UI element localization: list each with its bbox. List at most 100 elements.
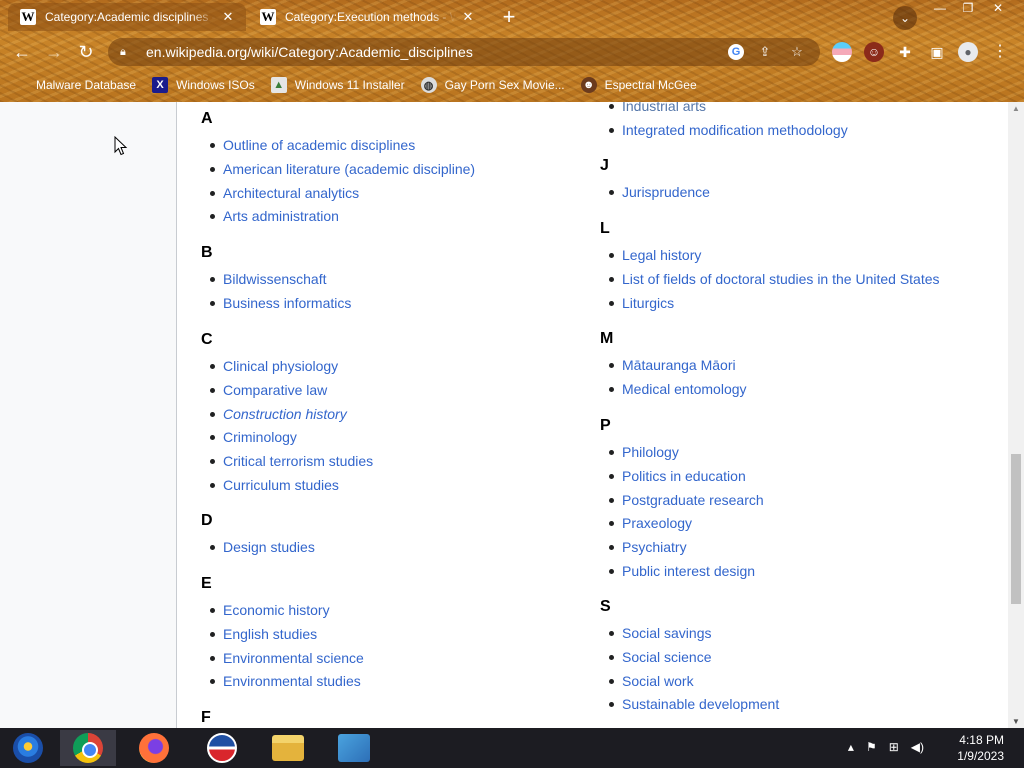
- letter-heading: J: [600, 157, 609, 174]
- extension-avatar-icon[interactable]: ☺: [864, 42, 884, 62]
- category-link[interactable]: Critical terrorism studies: [201, 449, 373, 473]
- bookmark-windows-11-installer[interactable]: ▲ Windows 11 Installer: [270, 77, 405, 93]
- taskbar-firefox[interactable]: [126, 730, 182, 766]
- new-tab-button[interactable]: +: [497, 6, 521, 30]
- category-link[interactable]: Architectural analytics: [201, 181, 475, 205]
- close-tab-icon[interactable]: ✕: [220, 9, 236, 25]
- taskbar-chrome[interactable]: [60, 730, 116, 766]
- lock-icon[interactable]: 🔒︎: [120, 46, 132, 59]
- category-link[interactable]: Bildwissenschaft: [201, 267, 351, 291]
- group-j: J Jurisprudence: [600, 155, 710, 204]
- extensions-puzzle-icon[interactable]: ✚: [895, 42, 915, 62]
- category-link[interactable]: Jurisprudence: [600, 180, 710, 204]
- back-arrow-icon[interactable]: ←: [10, 40, 34, 64]
- side-panel-icon[interactable]: ▣: [927, 42, 947, 62]
- category-link[interactable]: Environmental studies: [201, 669, 364, 693]
- tab-academic-disciplines[interactable]: W Category:Academic disciplines - Wikipe…: [8, 3, 246, 31]
- category-link[interactable]: Legal history: [600, 243, 940, 267]
- reload-icon[interactable]: ↻: [74, 40, 98, 64]
- category-link[interactable]: Comparative law: [201, 378, 373, 402]
- category-link[interactable]: Philology: [600, 440, 764, 464]
- bookmark-windows-isos[interactable]: X Windows ISOs: [152, 77, 255, 93]
- category-link[interactable]: English studies: [201, 622, 364, 646]
- letter-heading: A: [201, 110, 213, 127]
- category-link[interactable]: Outline of academic disciplines: [201, 133, 475, 157]
- category-link[interactable]: Postgraduate research: [600, 488, 764, 512]
- category-link[interactable]: Design studies: [201, 535, 315, 559]
- taskbar-network-app[interactable]: [326, 730, 382, 766]
- category-link[interactable]: Social savings: [600, 621, 779, 645]
- bookmark-espectral-mcgee[interactable]: ☻ Espectral McGee: [580, 77, 697, 93]
- windows-x-icon: X: [152, 77, 169, 93]
- network-icon: [338, 734, 370, 762]
- category-link[interactable]: Curriculum studies: [201, 473, 373, 497]
- bookmark-gay-porn-sex-movie[interactable]: ◍ Gay Porn Sex Movie...: [420, 77, 565, 93]
- category-link[interactable]: List of fields of doctoral studies in th…: [600, 267, 940, 291]
- start-button[interactable]: [0, 730, 56, 766]
- tab-title: Category:Academic disciplines - Wikipedi…: [45, 10, 216, 24]
- category-link[interactable]: Sustainable development: [600, 692, 779, 716]
- system-clock[interactable]: 4:18 PM 1/9/2023: [957, 732, 1004, 764]
- file-explorer-icon: [272, 735, 304, 761]
- show-hidden-icons-icon[interactable]: ▴: [848, 740, 854, 754]
- minimize-button[interactable]: —: [925, 0, 955, 18]
- category-link[interactable]: Arts administration: [201, 204, 475, 228]
- category-link[interactable]: Criminology: [201, 425, 373, 449]
- category-link[interactable]: Clinical physiology: [201, 354, 373, 378]
- google-lens-icon[interactable]: G: [728, 44, 744, 60]
- category-link[interactable]: Social science: [600, 645, 779, 669]
- letter-heading: L: [600, 220, 610, 237]
- scroll-up-icon[interactable]: ▲: [1012, 104, 1020, 113]
- category-link[interactable]: Social work: [600, 669, 779, 693]
- forward-arrow-icon[interactable]: →: [42, 40, 66, 64]
- volume-icon[interactable]: ◀): [911, 740, 924, 754]
- taskbar-file-explorer[interactable]: [260, 730, 316, 766]
- bookmark-label: Malware Database: [36, 78, 137, 92]
- obama-icon: [207, 733, 237, 763]
- category-link[interactable]: Liturgics: [600, 291, 940, 315]
- tab-strip: W Category:Academic disciplines - Wikipe…: [0, 0, 1024, 34]
- bookmark-label: Espectral McGee: [604, 78, 697, 92]
- letter-heading: E: [201, 575, 212, 592]
- category-link[interactable]: Integrated modification methodology: [600, 118, 848, 142]
- system-tray: ▴ ⚑ ⊞ ◀): [848, 740, 924, 754]
- close-tab-icon[interactable]: ✕: [460, 9, 476, 25]
- category-link[interactable]: Construction history: [201, 402, 373, 426]
- url-text[interactable]: en.wikipedia.org/wiki/Category:Academic_…: [146, 44, 718, 60]
- scroll-down-icon[interactable]: ▼: [1012, 717, 1020, 726]
- action-center-flag-icon[interactable]: ⚑: [866, 740, 877, 754]
- close-window-button[interactable]: ✕: [983, 0, 1013, 18]
- bookmark-label: Windows 11 Installer: [294, 78, 405, 92]
- profile-icon[interactable]: ●: [958, 42, 978, 62]
- category-link[interactable]: Praxeology: [600, 511, 764, 535]
- category-link[interactable]: American literature (academic discipline…: [201, 157, 475, 181]
- globe-icon: ◍: [420, 77, 437, 93]
- category-link[interactable]: Public interest design: [600, 559, 764, 583]
- clock-date: 1/9/2023: [957, 749, 1004, 763]
- blank-icon: [14, 77, 28, 93]
- category-link[interactable]: Environmental science: [201, 646, 364, 670]
- scrollbar-thumb[interactable]: [1011, 454, 1021, 604]
- category-link[interactable]: Industrial arts: [600, 102, 848, 118]
- category-link[interactable]: Medical entomology: [600, 377, 747, 401]
- address-bar[interactable]: 🔒︎ en.wikipedia.org/wiki/Category:Academ…: [108, 38, 820, 66]
- start-orb-icon: [13, 733, 43, 763]
- category-link[interactable]: Economic history: [201, 598, 364, 622]
- tab-search-button[interactable]: ⌄: [893, 6, 917, 30]
- category-link[interactable]: Psychiatry: [600, 535, 764, 559]
- menu-kebab-icon[interactable]: ⋮: [990, 42, 1010, 62]
- letter-heading: F: [201, 709, 211, 726]
- extension-flag-icon[interactable]: [832, 42, 852, 62]
- category-link[interactable]: Business informatics: [201, 291, 351, 315]
- network-status-icon[interactable]: ⊞: [889, 740, 899, 754]
- share-icon[interactable]: ⇪: [754, 44, 776, 60]
- bookmark-star-icon[interactable]: ☆: [786, 44, 808, 60]
- maximize-button[interactable]: ❐: [953, 0, 983, 18]
- category-link[interactable]: Politics in education: [600, 464, 764, 488]
- face-icon: ☻: [580, 77, 597, 93]
- taskbar-obama-app[interactable]: [194, 730, 250, 766]
- page-scrollbar[interactable]: ▲ ▼: [1008, 102, 1024, 728]
- tab-execution-methods[interactable]: W Category:Execution methods - Wikipedia…: [248, 3, 486, 31]
- bookmark-malware-database[interactable]: Malware Database: [14, 77, 136, 93]
- category-link[interactable]: Mātauranga Māori: [600, 353, 747, 377]
